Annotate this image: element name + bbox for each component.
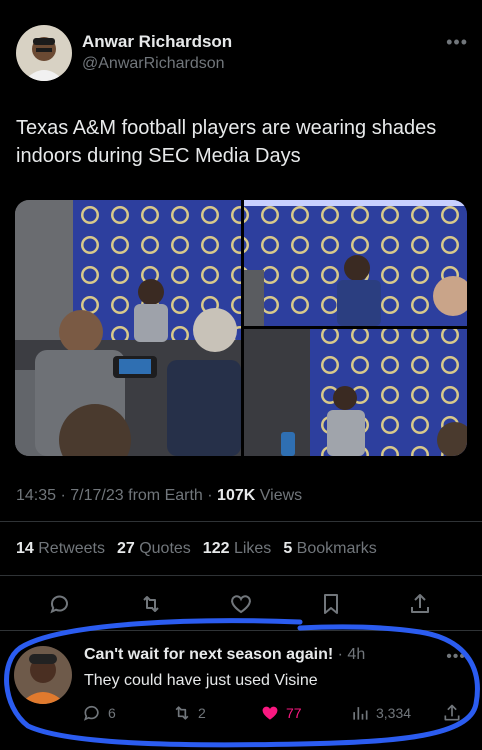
author-avatar[interactable] (16, 25, 72, 81)
reply-retweet-button[interactable]: 2 (172, 703, 206, 723)
reply-retweets-count: 2 (198, 705, 206, 721)
tweet-source: from Earth (128, 487, 203, 504)
tweet-meta: 14:35 · 7/17/23 from Earth · 107K Views (16, 487, 302, 505)
tweet-action-bar (0, 588, 482, 620)
reply-avatar[interactable] (14, 646, 72, 704)
quotes-stat[interactable]: 27 Quotes (117, 540, 191, 558)
media-photo-2[interactable] (244, 200, 467, 326)
views-chart-icon (353, 707, 368, 720)
like-icon[interactable] (225, 588, 257, 620)
tweet-media[interactable] (15, 200, 467, 456)
views-count: 107K (217, 487, 256, 504)
reply-icon (83, 705, 99, 721)
meta-separator: · (60, 487, 66, 504)
media-photo-1[interactable] (15, 200, 241, 456)
reply-timestamp[interactable]: 4h (347, 646, 365, 663)
tweet-time: 14:35 (16, 487, 57, 504)
reply-views-count: 3,334 (376, 705, 412, 721)
reply-share-button[interactable] (442, 703, 462, 723)
tweet-date: 7/17/23 (70, 487, 124, 504)
tweet-author[interactable]: Anwar Richardson @AnwarRichardson (16, 25, 232, 81)
tweet-text: Texas A&M football players are wearing s… (16, 117, 437, 167)
divider (0, 521, 482, 522)
retweets-stat[interactable]: 14 Retweets (16, 540, 105, 558)
reply-author-name[interactable]: Can't wait for next season again! (84, 646, 333, 663)
author-display-name[interactable]: Anwar Richardson (82, 31, 232, 53)
divider (0, 630, 482, 631)
more-options-icon[interactable]: ••• (446, 32, 468, 53)
share-icon[interactable] (404, 588, 436, 620)
reply-separator: · (337, 646, 343, 663)
reply-more-options-icon[interactable]: ••• (446, 648, 466, 666)
reply-reply-button[interactable]: 6 (82, 703, 116, 723)
share-icon (444, 704, 460, 721)
reply-text: They could have just used Visine (84, 672, 318, 689)
bookmark-icon[interactable] (315, 588, 347, 620)
media-photo-3[interactable] (244, 329, 467, 456)
reply-like-button[interactable]: 77 (260, 703, 302, 723)
status-bar-area (0, 0, 482, 14)
retweet-icon (175, 706, 189, 720)
reply-views-button[interactable]: 3,334 (350, 703, 411, 723)
like-filled-icon (262, 706, 278, 720)
bookmarks-stat[interactable]: 5 Bookmarks (283, 540, 376, 558)
views-label: Views (259, 487, 303, 504)
likes-stat[interactable]: 122 Likes (203, 540, 272, 558)
retweet-icon[interactable] (135, 588, 167, 620)
reply-icon[interactable] (44, 588, 76, 620)
tweet-stats: 14 Retweets 27 Quotes 122 Likes 5 Bookma… (16, 540, 377, 558)
reply-header: Can't wait for next season again! · 4h (84, 646, 365, 664)
reply-likes-count: 77 (286, 705, 302, 721)
reply-action-bar: 6 2 77 3,334 (82, 703, 472, 725)
reply-replies-count: 6 (108, 705, 116, 721)
divider (0, 575, 482, 576)
meta-separator: · (207, 487, 213, 504)
author-handle[interactable]: @AnwarRichardson (82, 53, 232, 75)
